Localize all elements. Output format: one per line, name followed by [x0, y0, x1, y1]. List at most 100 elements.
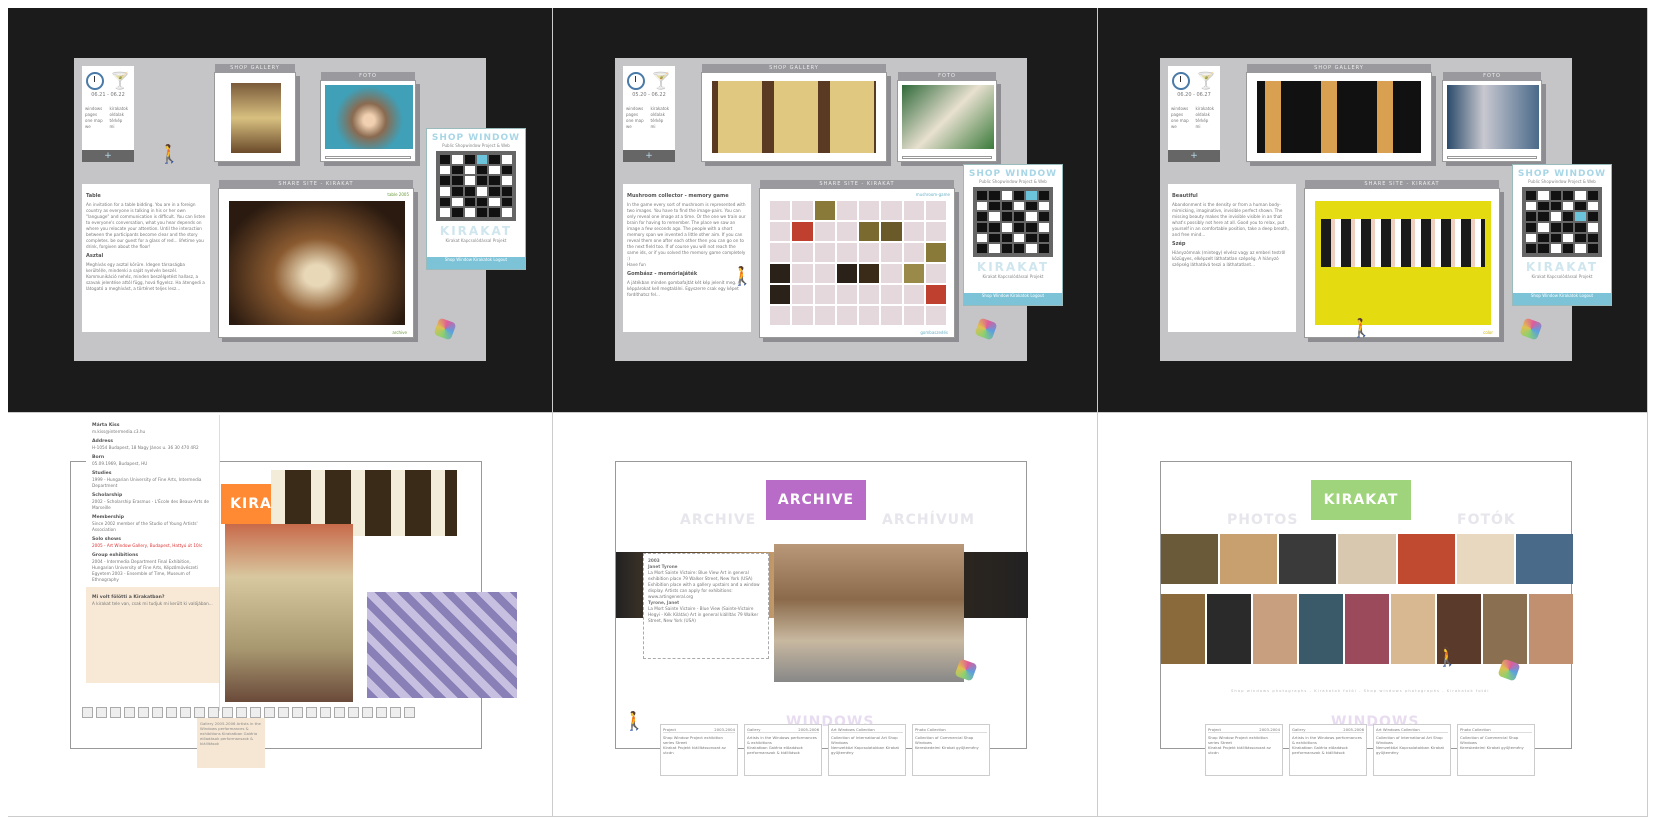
thumbnail[interactable] [222, 707, 233, 718]
cocktail-icon[interactable]: 🍸 [1196, 72, 1216, 90]
clock-icon[interactable] [1172, 72, 1190, 90]
gallery-frame[interactable]: SHOP GALLERY [214, 64, 296, 162]
clock-icon[interactable] [86, 72, 104, 90]
menu-link-one-map[interactable]: one map [626, 118, 648, 123]
add-button[interactable]: + [82, 150, 134, 162]
menu-link-kirakatok[interactable]: kirakatok [110, 106, 132, 111]
nav-card-art-windows[interactable]: Art Windows Collection Collection of Inte… [828, 724, 906, 776]
gallery-tab[interactable]: Gallery 2005-2006 Artists in the Windows… [197, 718, 265, 768]
cocktail-icon[interactable]: 🍸 [651, 72, 671, 90]
walking-figure-icon[interactable]: 🚶 [731, 268, 753, 286]
photo-frame[interactable]: FOTO [897, 72, 997, 162]
shop-window-card[interactable]: SHOP WINDOW Public Shopwindow Project & … [426, 128, 526, 270]
tag-label[interactable]: mushroom-game [916, 192, 950, 197]
cocktail-icon[interactable]: 🍸 [110, 72, 130, 90]
walking-figure-icon[interactable]: 🚶 [1350, 320, 1372, 338]
photo-strip-top[interactable] [1161, 534, 1573, 584]
gallery-frame[interactable]: SHOP GALLERY [701, 64, 887, 162]
nav-card-gallery[interactable]: Gallery 2005-2006 Artists in the Windows p… [744, 724, 822, 776]
thumbnail[interactable] [96, 707, 107, 718]
add-button[interactable]: + [1168, 150, 1220, 162]
kirakat-banner[interactable]: KIRAKAT [1311, 480, 1411, 520]
thumbnail[interactable] [166, 707, 177, 718]
menu-link-we[interactable]: we [85, 124, 107, 129]
add-button[interactable]: + [623, 150, 675, 162]
artist-bio-panel[interactable]: Márta Kiss m.kiss@intermedia.c3.hu Addre… [86, 415, 220, 711]
main-frame[interactable]: SHARE SITE - KIRAKAT mushroom-game gomba… [759, 180, 955, 338]
thumbnail[interactable] [264, 707, 275, 718]
card-footer-link[interactable]: Shop Window Kirakatok Logout [964, 293, 1062, 305]
thumbnail[interactable] [194, 707, 205, 718]
kirakat-logo-icon[interactable] [974, 317, 998, 341]
menu-link-mi[interactable]: mi [651, 124, 673, 129]
walking-figure-icon[interactable]: 🚶 [623, 713, 645, 731]
thumbnail[interactable] [208, 707, 219, 718]
thumbnail[interactable] [404, 707, 415, 718]
thumbnail[interactable] [334, 707, 345, 718]
menu-link-pages[interactable]: pages [1171, 112, 1193, 117]
nav-card-photo-collection[interactable]: Photo Collection Collection of Commercial… [1457, 724, 1535, 776]
thumbnail[interactable] [320, 707, 331, 718]
thumbnail[interactable] [390, 707, 401, 718]
menu-link-windows[interactable]: windows [85, 106, 107, 111]
thumbnail[interactable] [138, 707, 149, 718]
solo-shows-value[interactable]: 2005 - Art Window Gallery, Budapest, Hat… [92, 543, 202, 548]
tag-label[interactable]: table 2005 [387, 192, 409, 197]
card-footer-link[interactable]: Shop Window Kirakatok Logout [1513, 293, 1611, 305]
thumbnail[interactable] [82, 707, 93, 718]
archive-banner[interactable]: ARCHIVE [766, 480, 866, 520]
gallery-frame[interactable]: SHOP GALLERY [1246, 64, 1432, 162]
menu-link-windows[interactable]: windows [1171, 106, 1193, 111]
photo-scrollbar[interactable] [1447, 156, 1537, 159]
menu-link-windows[interactable]: windows [626, 106, 648, 111]
photo-scrollbar[interactable] [325, 156, 411, 159]
thumbnail[interactable] [376, 707, 387, 718]
menu-link-we[interactable]: we [626, 124, 648, 129]
shop-window-card[interactable]: SHOP WINDOW Public Shopwindow Project & … [963, 164, 1063, 306]
thumbnail[interactable] [250, 707, 261, 718]
photo-scrollbar[interactable] [902, 156, 992, 159]
menu-link-oldalak[interactable]: oldalak [110, 112, 132, 117]
main-frame[interactable]: SHARE SITE - KIRAKAT table 2005 archive [218, 180, 414, 338]
menu-link-kirakatok[interactable]: kirakatok [1196, 106, 1218, 111]
menu-link-terkep[interactable]: térkép [110, 118, 132, 123]
walking-figure-icon[interactable]: 🚶 [158, 146, 180, 164]
menu-link-mi[interactable]: mi [110, 124, 132, 129]
thumbnail[interactable] [124, 707, 135, 718]
thumbnail[interactable] [110, 707, 121, 718]
card-footer-link[interactable]: Shop Window Kirakatok Logout [427, 257, 525, 269]
menu-link-terkep[interactable]: térkép [1196, 118, 1218, 123]
menu-link-one-map[interactable]: one map [85, 118, 107, 123]
thumbnail[interactable] [362, 707, 373, 718]
menu-link-mi[interactable]: mi [1196, 124, 1218, 129]
thumbnail[interactable] [180, 707, 191, 718]
nav-card-gallery[interactable]: Gallery 2005-2006 Artists in the Windows p… [1289, 724, 1367, 776]
color-tag[interactable]: color [1483, 330, 1493, 335]
kirakat-logo-icon[interactable] [1519, 317, 1543, 341]
archive-popup[interactable]: 2003 Janet Tyrone La Mort Sainte Victoir… [643, 553, 769, 659]
kirakat-logo-icon[interactable] [433, 317, 457, 341]
menu-link-pages[interactable]: pages [626, 112, 648, 117]
shop-window-card[interactable]: SHOP WINDOW Public Shopwindow Project & … [1512, 164, 1612, 306]
menu-link-one-map[interactable]: one map [1171, 118, 1193, 123]
nav-card-project[interactable]: Project 2003-2004 Shop Window Project exhi… [660, 724, 738, 776]
archive-tag[interactable]: gombaszedés [920, 330, 948, 335]
photo-frame[interactable]: FOTO [320, 72, 416, 162]
photo-strip-bottom[interactable] [1161, 594, 1573, 664]
menu-link-pages[interactable]: pages [85, 112, 107, 117]
walking-figure-icon[interactable]: 🚶 [1436, 649, 1458, 667]
menu-link-we[interactable]: we [1171, 124, 1193, 129]
nav-card-photo-collection[interactable]: Photo Collection Collection of Commercial… [912, 724, 990, 776]
nav-card-art-windows[interactable]: Art Windows Collection Collection of Inte… [1373, 724, 1451, 776]
photo-frame[interactable]: FOTO [1442, 72, 1542, 162]
thumbnail[interactable] [152, 707, 163, 718]
thumbnail[interactable] [292, 707, 303, 718]
artist-email[interactable]: m.kiss@intermedia.c3.hu [92, 429, 145, 434]
menu-link-terkep[interactable]: térkép [651, 118, 673, 123]
nav-card-project[interactable]: Project 2003-2004 Shop Window Project exhi… [1205, 724, 1283, 776]
memory-game-board[interactable] [770, 201, 946, 325]
menu-link-kirakatok[interactable]: kirakatok [651, 106, 673, 111]
thumbnail[interactable] [236, 707, 247, 718]
thumbnail[interactable] [348, 707, 359, 718]
clock-icon[interactable] [627, 72, 645, 90]
